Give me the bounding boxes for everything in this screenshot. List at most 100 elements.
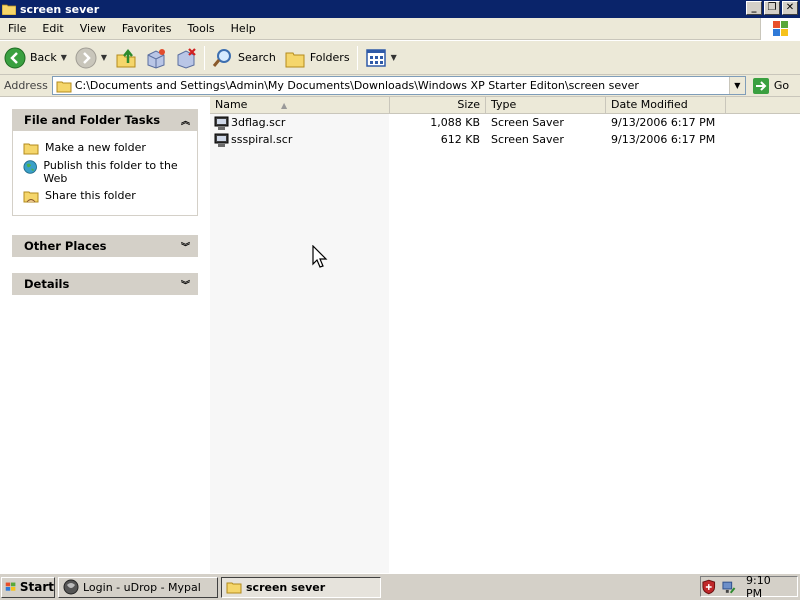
up-folder-icon	[116, 48, 136, 67]
restore-button[interactable]: ❐	[764, 1, 780, 15]
column-type[interactable]: Type	[486, 97, 606, 114]
views-icon	[365, 48, 386, 67]
close-button[interactable]: ✕	[782, 1, 798, 15]
folders-label: Folders	[309, 51, 350, 64]
details-header[interactable]: Details ︾	[12, 273, 198, 295]
share-folder-icon	[23, 191, 39, 203]
windows-logo	[760, 18, 800, 40]
search-button[interactable]: Search	[208, 43, 280, 73]
menu-edit[interactable]: Edit	[34, 22, 71, 35]
details-panel: Details ︾	[12, 273, 198, 295]
screensaver-file-icon	[214, 133, 229, 147]
file-size: 612 KB	[440, 133, 480, 146]
windows-flag-icon	[773, 21, 788, 36]
menu-help[interactable]: Help	[223, 22, 264, 35]
file-row[interactable]: ssspiral.scr 612 KB Screen Saver 9/13/20…	[210, 131, 800, 148]
taskbar-item-browser[interactable]: Login - uDrop - Mypal	[58, 576, 218, 598]
globe-icon	[23, 160, 37, 174]
title-bar: screen sever _ ❐ ✕	[0, 0, 800, 18]
menu-tools[interactable]: Tools	[180, 22, 223, 35]
file-folder-tasks-body: Make a new folder Publish this folder to…	[12, 131, 198, 216]
collapse-chevron-icon[interactable]: ︽	[181, 114, 190, 127]
menu-view[interactable]: View	[72, 22, 114, 35]
move-to-icon	[147, 48, 166, 69]
expand-chevron-icon[interactable]: ︾	[181, 278, 190, 291]
file-date: 9/13/2006 6:17 PM	[611, 133, 716, 146]
folder-icon	[2, 4, 16, 15]
go-button[interactable]: Go	[752, 77, 789, 95]
other-places-header[interactable]: Other Places ︾	[12, 235, 198, 257]
new-folder-icon	[23, 143, 39, 155]
expand-chevron-icon[interactable]: ︾	[181, 240, 190, 253]
views-dropdown-icon[interactable]: ▼	[391, 53, 397, 62]
sorted-column-shade	[210, 113, 389, 573]
back-label: Back	[30, 51, 57, 64]
back-arrow-icon	[4, 47, 26, 68]
go-arrow-icon	[752, 77, 769, 94]
file-name: ssspiral.scr	[231, 133, 293, 146]
start-button[interactable]: Start	[1, 576, 55, 598]
toolbar-separator	[204, 45, 206, 70]
toolbar: Back ▼ ▼ Search Folders ▼	[0, 41, 800, 75]
search-label: Search	[238, 51, 276, 64]
mouse-cursor-icon	[312, 245, 328, 268]
forward-dropdown-icon[interactable]: ▼	[101, 53, 107, 62]
move-to-button[interactable]	[141, 43, 171, 73]
menu-favorites[interactable]: Favorites	[114, 22, 180, 35]
task-publish-web[interactable]: Publish this folder to the Web	[23, 159, 189, 185]
start-label: Start	[19, 580, 54, 594]
file-folder-tasks-title: File and Folder Tasks	[24, 113, 161, 127]
network-icon[interactable]	[721, 579, 737, 595]
views-button[interactable]: ▼	[361, 43, 401, 73]
back-button[interactable]: Back ▼	[0, 43, 71, 73]
folder-icon	[226, 582, 242, 594]
menu-file[interactable]: File	[0, 22, 34, 35]
forward-arrow-icon	[75, 47, 97, 68]
back-dropdown-icon[interactable]: ▼	[61, 53, 67, 62]
taskbar-item-label: Login - uDrop - Mypal	[83, 580, 201, 594]
address-input[interactable]: C:\Documents and Settings\Admin\My Docum…	[51, 76, 746, 95]
task-pane: File and Folder Tasks ︽ Make a new folde…	[0, 97, 210, 573]
taskbar: Start Login - uDrop - Mypal screen sever…	[0, 573, 800, 600]
delete-button[interactable]	[171, 43, 201, 73]
column-name[interactable]: Name ▲	[210, 97, 390, 114]
minimize-button[interactable]: _	[746, 1, 762, 15]
clock[interactable]: 9:10 PM	[746, 574, 789, 600]
file-folder-tasks-panel: File and Folder Tasks ︽ Make a new folde…	[12, 109, 198, 216]
column-date-modified[interactable]: Date Modified	[606, 97, 726, 114]
column-name-label: Name	[215, 98, 248, 111]
menu-bar: File Edit View Favorites Tools Help	[0, 18, 800, 40]
file-folder-tasks-header[interactable]: File and Folder Tasks ︽	[12, 109, 198, 131]
column-size-label: Size	[457, 98, 480, 111]
file-list: Name ▲ Size Type Date Modified 3dflag.sc…	[210, 97, 800, 573]
go-label: Go	[773, 79, 790, 92]
search-icon	[212, 48, 232, 67]
file-row[interactable]: 3dflag.scr 1,088 KB Screen Saver 9/13/20…	[210, 114, 800, 131]
file-size: 1,088 KB	[430, 116, 480, 129]
column-date-label: Date Modified	[611, 98, 688, 111]
address-dropdown-icon[interactable]: ▼	[728, 77, 745, 94]
column-header-row: Name ▲ Size Type Date Modified	[210, 97, 800, 114]
task-label: Make a new folder	[45, 141, 146, 154]
file-type: Screen Saver	[491, 133, 564, 146]
taskbar-item-explorer[interactable]: screen sever	[221, 576, 381, 598]
taskbar-item-label: screen sever	[246, 580, 326, 594]
sort-ascending-icon: ▲	[280, 101, 288, 110]
details-title: Details	[24, 277, 70, 291]
task-share-folder[interactable]: Share this folder	[23, 189, 189, 203]
folders-icon	[285, 52, 305, 67]
windows-flag-icon	[5, 582, 16, 591]
other-places-panel: Other Places ︾	[12, 235, 198, 257]
task-label: Publish this folder to the Web	[43, 159, 178, 185]
system-tray: 9:10 PM	[700, 574, 798, 600]
up-folder-button[interactable]	[111, 43, 141, 73]
folders-button[interactable]: Folders	[280, 43, 354, 73]
file-name: 3dflag.scr	[231, 116, 286, 129]
task-make-new-folder[interactable]: Make a new folder	[23, 141, 189, 155]
window-title: screen sever	[20, 2, 100, 16]
folder-icon	[56, 81, 72, 92]
screensaver-file-icon	[214, 116, 229, 130]
forward-button[interactable]: ▼	[71, 43, 111, 73]
security-shield-icon[interactable]	[701, 579, 717, 595]
column-size[interactable]: Size	[390, 97, 486, 114]
